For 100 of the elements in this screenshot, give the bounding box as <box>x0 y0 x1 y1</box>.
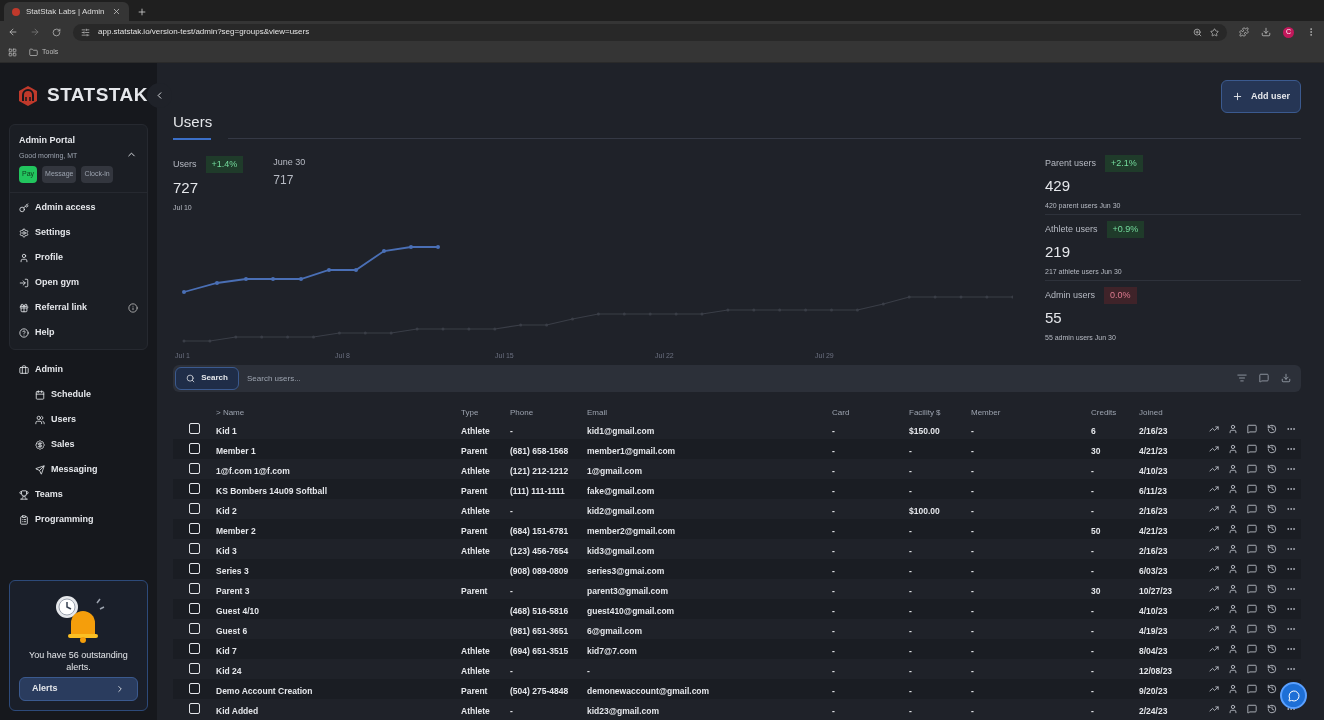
row-checkbox[interactable] <box>189 463 200 474</box>
nav-subitem[interactable]: Messaging <box>9 457 148 483</box>
trend-icon[interactable] <box>1208 483 1219 494</box>
nav-subitem[interactable]: Sales <box>9 432 148 458</box>
trend-icon[interactable] <box>1208 543 1219 554</box>
download-icon[interactable] <box>1261 27 1271 37</box>
profile-icon[interactable] <box>1228 623 1239 634</box>
message-icon[interactable] <box>1247 603 1258 614</box>
trend-icon[interactable] <box>1208 463 1219 474</box>
profile-icon[interactable] <box>1228 543 1239 554</box>
message-icon[interactable] <box>1247 623 1258 634</box>
history-icon[interactable] <box>1266 583 1277 594</box>
history-icon[interactable] <box>1266 603 1277 614</box>
trend-icon[interactable] <box>1208 603 1219 614</box>
message-icon[interactable] <box>1247 583 1258 594</box>
row-checkbox[interactable] <box>189 683 200 694</box>
column-header[interactable]: Facility $ <box>909 407 941 417</box>
reload-icon[interactable] <box>52 27 61 37</box>
download-icon[interactable] <box>1281 373 1291 383</box>
message-icon[interactable] <box>1247 683 1258 694</box>
column-header[interactable]: Email <box>587 407 607 417</box>
row-checkbox[interactable] <box>189 643 200 654</box>
close-icon[interactable] <box>112 7 121 16</box>
row-checkbox[interactable] <box>189 703 200 714</box>
trend-icon[interactable] <box>1208 523 1219 534</box>
trend-icon[interactable] <box>1208 503 1219 514</box>
row-checkbox[interactable] <box>189 523 200 534</box>
profile-icon[interactable] <box>1228 563 1239 574</box>
nav-subitem[interactable]: Schedule <box>9 382 148 408</box>
message-icon[interactable] <box>1247 643 1258 654</box>
history-icon[interactable] <box>1266 463 1277 474</box>
row-checkbox[interactable] <box>189 663 200 674</box>
row-checkbox[interactable] <box>189 423 200 434</box>
profile-icon[interactable] <box>1228 703 1239 714</box>
trend-icon[interactable] <box>1208 683 1219 694</box>
trend-icon[interactable] <box>1208 583 1219 594</box>
row-checkbox[interactable] <box>189 583 200 594</box>
message-icon[interactable] <box>1247 423 1258 434</box>
history-icon[interactable] <box>1266 623 1277 634</box>
search-button[interactable]: Search <box>175 366 239 390</box>
trend-icon[interactable] <box>1208 663 1219 674</box>
trend-icon[interactable] <box>1208 643 1219 654</box>
site-info-icon[interactable] <box>81 27 90 37</box>
history-icon[interactable] <box>1266 543 1277 554</box>
column-header[interactable]: > Name <box>216 407 245 417</box>
profile-icon[interactable] <box>1228 643 1239 654</box>
chat-button[interactable] <box>1280 682 1307 709</box>
message-icon[interactable] <box>1247 483 1258 494</box>
history-icon[interactable] <box>1266 483 1277 494</box>
address-bar[interactable]: app.statstak.io/version-test/admin?seg=groups&view=users <box>73 23 1227 41</box>
back-icon[interactable] <box>8 27 18 37</box>
profile-icon[interactable] <box>1228 663 1239 674</box>
trend-icon[interactable] <box>1208 563 1219 574</box>
new-tab-icon[interactable] <box>137 7 147 17</box>
profile-icon[interactable] <box>1228 503 1239 514</box>
column-header[interactable]: Member <box>971 407 1001 417</box>
profile-icon[interactable] <box>1228 603 1239 614</box>
extensions-icon[interactable] <box>1239 27 1249 37</box>
row-checkbox[interactable] <box>189 543 200 554</box>
profile-icon[interactable] <box>1228 443 1239 454</box>
alerts-button[interactable]: Alerts <box>19 677 138 701</box>
history-icon[interactable] <box>1266 683 1277 694</box>
history-icon[interactable] <box>1266 503 1277 514</box>
portal-menu-item[interactable]: Help <box>10 320 147 346</box>
search-bar[interactable]: Search Search users... <box>173 364 1301 392</box>
bookmark-star-icon[interactable] <box>1210 27 1219 37</box>
column-header[interactable]: Credits <box>1091 407 1117 417</box>
row-checkbox[interactable] <box>189 483 200 494</box>
history-icon[interactable] <box>1266 523 1277 534</box>
history-icon[interactable] <box>1266 563 1277 574</box>
portal-menu-item[interactable]: Open gym <box>10 270 147 296</box>
column-header[interactable]: Type <box>461 407 479 417</box>
add-user-button[interactable]: Add user <box>1221 80 1301 113</box>
profile-icon[interactable] <box>1228 423 1239 434</box>
nav-item[interactable]: Teams <box>9 482 148 508</box>
portal-menu-item[interactable]: Settings <box>10 220 147 246</box>
column-header[interactable]: Card <box>832 407 850 417</box>
history-icon[interactable] <box>1266 443 1277 454</box>
column-header[interactable]: Joined <box>1139 407 1163 417</box>
trend-icon[interactable] <box>1208 703 1219 714</box>
history-icon[interactable] <box>1266 423 1277 434</box>
apps-icon[interactable] <box>8 48 17 57</box>
message-icon[interactable] <box>1247 703 1258 714</box>
message-icon[interactable] <box>1247 463 1258 474</box>
message-icon[interactable] <box>1247 523 1258 534</box>
info-icon[interactable] <box>128 303 138 313</box>
portal-menu-item[interactable]: Admin access <box>10 195 147 221</box>
portal-menu-item[interactable]: Profile <box>10 245 147 271</box>
column-header[interactable]: Phone <box>510 407 534 417</box>
message-icon[interactable] <box>1247 663 1258 674</box>
row-checkbox[interactable] <box>189 503 200 514</box>
trend-icon[interactable] <box>1208 423 1219 434</box>
portal-menu-item[interactable]: Referral link <box>10 295 147 321</box>
row-checkbox[interactable] <box>189 443 200 454</box>
nav-item[interactable]: Programming <box>9 507 148 533</box>
nav-subitem[interactable]: Users <box>9 407 148 433</box>
history-icon[interactable] <box>1266 703 1277 714</box>
history-icon[interactable] <box>1266 643 1277 654</box>
row-checkbox[interactable] <box>189 563 200 574</box>
message-icon[interactable] <box>1247 543 1258 554</box>
